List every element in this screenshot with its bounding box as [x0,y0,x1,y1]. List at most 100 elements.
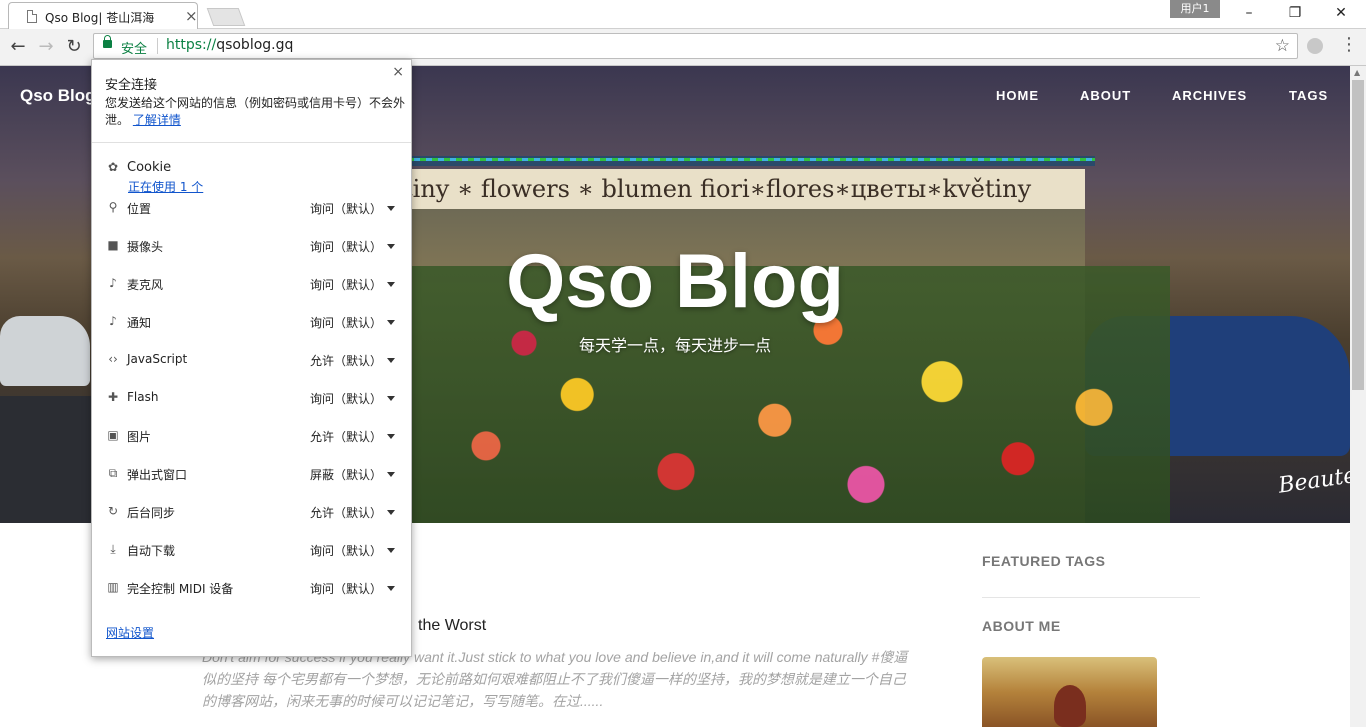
popup-blocked-icon: ⧉ [108,466,118,480]
permission-select[interactable]: 询问（默认） [310,314,396,331]
permission-label: JavaScript [127,352,188,366]
bell-icon: ♪ [109,314,117,328]
permission-label: 通知 [127,316,152,330]
code-brackets-icon: ‹› [108,352,118,366]
url-host: qsoblog.gq [216,37,294,53]
popup-divider [92,142,411,143]
site-settings-link[interactable]: 网站设置 [106,624,154,641]
sidebar-divider [982,597,1200,598]
back-button[interactable]: ← [8,37,28,57]
nav-about[interactable]: ABOUT [1080,88,1131,103]
permission-value: 询问（默认） [310,392,383,406]
learn-more-link[interactable]: 了解详情 [133,113,181,127]
browser-menu-icon[interactable]: ⋮ [1340,35,1358,55]
page-scrollbar[interactable]: ▲ [1350,66,1366,727]
permission-select[interactable]: 询问（默认） [310,238,396,255]
extension-icon[interactable] [1307,38,1323,54]
chevron-down-icon [387,548,396,553]
download-icon: ⤓ [110,542,116,556]
bookmark-star-icon[interactable]: ☆ [1275,36,1290,56]
window-close-button[interactable]: ✕ [1331,4,1351,22]
permission-value: 询问（默认） [310,582,383,596]
permission-label: 弹出式窗口 [127,468,188,482]
minimize-button[interactable]: – [1239,4,1259,22]
connection-description: 您发送给这个网站的信息（例如密码或信用卡号）不会外泄。 了解详情 [105,95,405,129]
site-brand-link[interactable]: Qso Blog [20,86,96,106]
chevron-down-icon [387,472,396,477]
chevron-down-icon [387,320,396,325]
microphone-icon: ♪ [109,276,117,290]
photographer-signature: Beautech. [1276,458,1350,499]
permission-select[interactable]: 询问（默认） [310,390,396,407]
chevron-down-icon [387,396,396,401]
nav-tags[interactable]: TAGS [1289,88,1328,103]
reload-button[interactable]: ↻ [64,37,84,57]
permission-label: 图片 [127,430,152,444]
chevron-down-icon [387,244,396,249]
featured-tags-heading: FEATURED TAGS [982,553,1106,569]
profile-badge[interactable]: 用户1 [1170,0,1220,18]
nav-home[interactable]: HOME [996,88,1039,103]
permission-select[interactable]: 询问（默认） [310,542,396,559]
image-icon: ▣ [107,428,119,442]
secure-label[interactable]: 安全 [121,38,147,57]
nav-archives[interactable]: ARCHIVES [1172,88,1247,103]
permission-label: Flash [127,390,159,404]
kiosk-lights [390,158,1095,161]
browser-tab[interactable]: Qso Blog| 苍山洱海 × [8,2,198,29]
permission-select[interactable]: 允许（默认） [310,352,396,369]
permission-value: 询问（默认） [310,316,383,330]
location-pin-icon: ⚲ [108,200,118,214]
chevron-down-icon [387,206,396,211]
cookie-usage-link[interactable]: 正在使用 1 个 [128,178,203,195]
chevron-down-icon [387,510,396,515]
permission-select[interactable]: 允许（默认） [310,504,396,521]
lock-icon[interactable] [103,35,112,48]
permission-select[interactable]: 询问（默认） [310,276,396,293]
permission-select[interactable]: 询问（默认） [310,580,396,597]
chevron-down-icon [387,358,396,363]
site-info-popup: × 安全连接 您发送给这个网站的信息（例如密码或信用卡号）不会外泄。 了解详情 … [91,59,412,657]
address-bar[interactable]: 安全 https://qsoblog.gq ☆ [93,33,1298,59]
permission-value: 询问（默认） [310,202,383,216]
chevron-down-icon [387,282,396,287]
url-scheme: https:// [166,37,217,53]
permission-select[interactable]: 屏蔽（默认） [310,466,396,483]
permission-value: 允许（默认） [310,506,383,520]
avatar [982,657,1157,727]
puzzle-icon: ✚ [107,390,119,404]
chevron-down-icon [387,434,396,439]
tab-close-icon[interactable]: × [185,7,198,25]
tab-title: Qso Blog| 苍山洱海 [45,11,155,25]
popup-close-icon[interactable]: × [392,64,404,80]
midi-piano-icon: ▥ [107,580,119,594]
permission-select[interactable]: 允许（默认） [310,428,396,445]
url-text[interactable]: https://qsoblog.gq [166,37,293,53]
camera-icon: ■ [107,238,119,252]
scrollbar-thumb[interactable] [1352,80,1364,390]
restore-button[interactable]: ❐ [1285,4,1305,22]
post-title[interactable]: the Worst [418,617,486,635]
permission-value: 询问（默认） [310,278,383,292]
cookie-icon: ✿ [107,160,119,174]
kiosk-sign: tiny ∗ flowers ∗ blumen fiori∗flores∗цве… [395,169,1085,209]
cookie-label: Cookie [127,160,172,175]
permission-value: 询问（默认） [310,544,383,558]
permission-label: 麦克风 [127,278,164,292]
scroll-up-arrow-icon[interactable]: ▲ [1354,68,1360,77]
permission-value: 允许（默认） [310,430,383,444]
permission-label: 位置 [127,202,152,216]
connection-heading: 安全连接 [105,78,158,93]
permission-label: 摄像头 [127,240,164,254]
permission-value: 屏蔽（默认） [310,468,383,482]
tab-strip: Qso Blog| 苍山洱海 × 用户1 – ❐ ✕ [0,0,1366,29]
permission-select[interactable]: 询问（默认） [310,200,396,217]
permission-label: 完全控制 MIDI 设备 [127,582,234,596]
about-me-heading: ABOUT ME [982,618,1061,634]
new-tab-button[interactable] [206,8,246,26]
document-icon [27,10,37,23]
permission-label: 后台同步 [127,506,176,520]
forward-button[interactable]: → [36,37,56,57]
permission-value: 询问（默认） [310,240,383,254]
permission-label: 自动下载 [127,544,176,558]
